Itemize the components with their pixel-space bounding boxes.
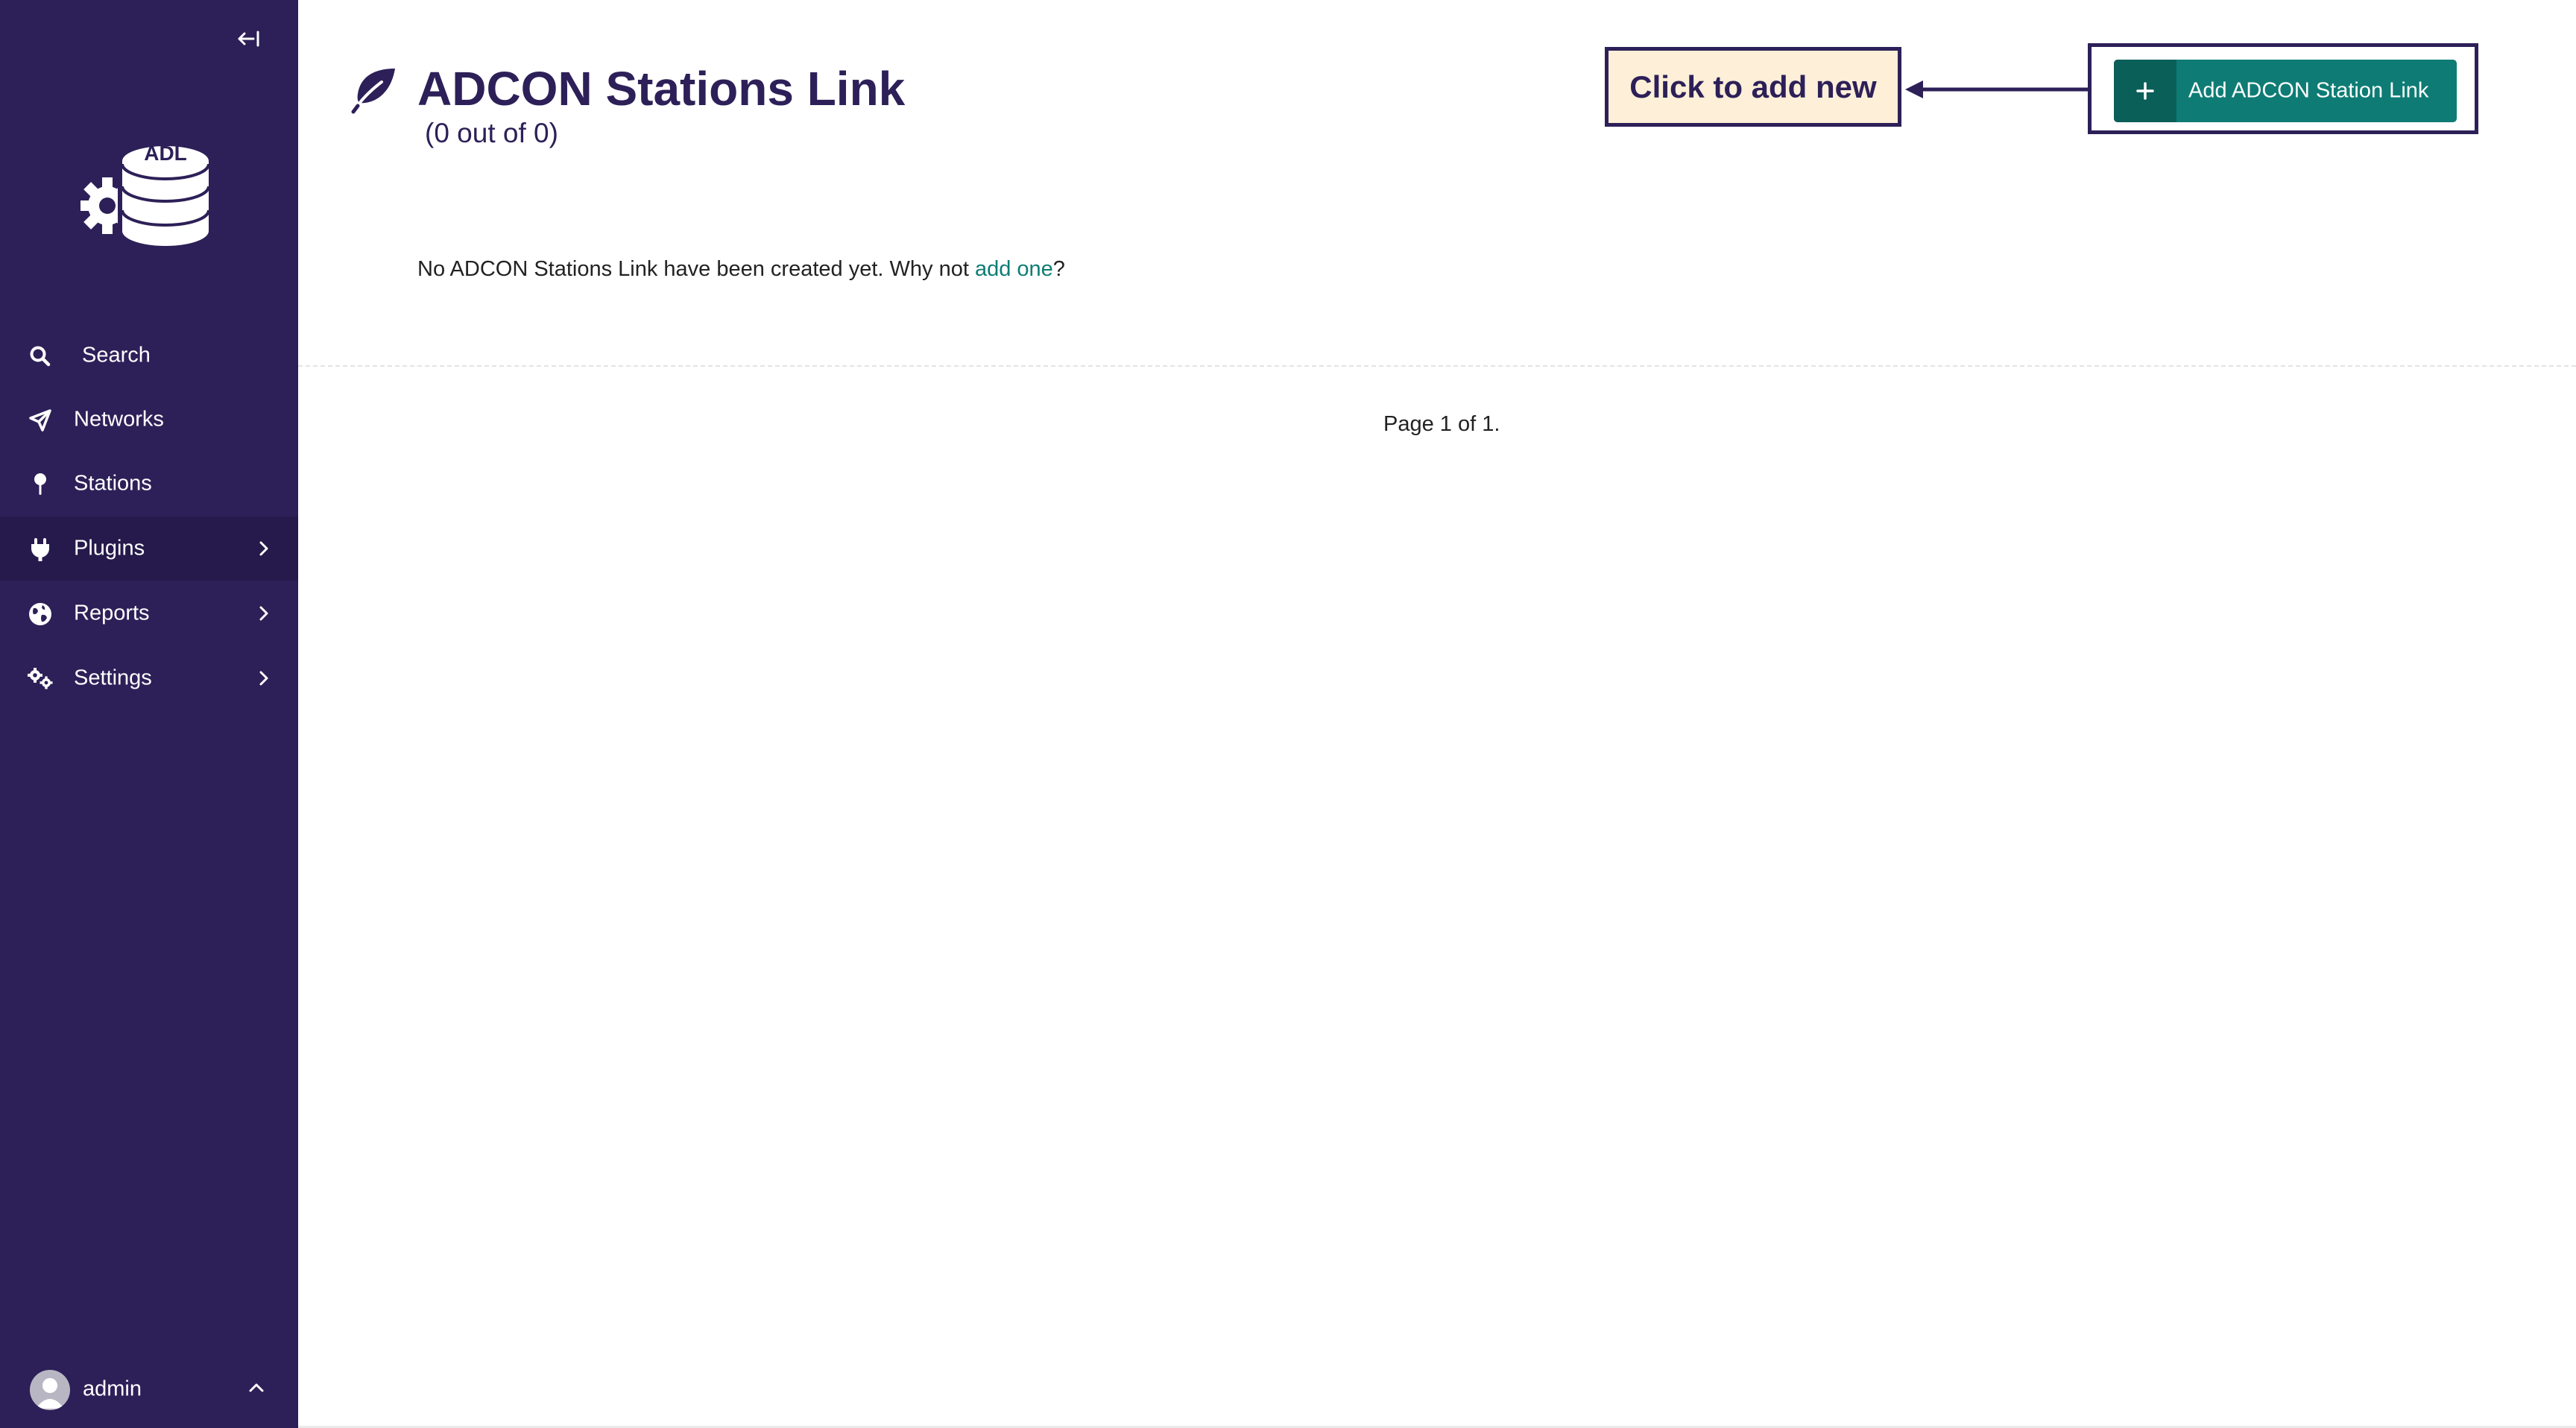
search-icon (27, 343, 54, 370)
sidebar-item-plugins[interactable]: Plugins (0, 516, 298, 581)
add-button-label: Add ADCON Station Link (2188, 78, 2429, 103)
empty-state-text: No ADCON Stations Link have been created… (417, 257, 975, 281)
map-pin-icon (27, 471, 54, 498)
chevron-right-icon (253, 603, 274, 624)
add-adcon-station-link-button[interactable]: Add ADCON Station Link (2114, 60, 2457, 122)
callout-text: Click to add new (1629, 69, 1877, 104)
empty-state-message: No ADCON Stations Link have been created… (417, 257, 1065, 282)
pagination-info: Page 1 of 1. (1383, 412, 1500, 436)
callout-label: Click to add new (1605, 47, 1901, 127)
chevron-right-icon (253, 538, 274, 559)
avatar (30, 1370, 70, 1410)
add-one-link[interactable]: add one (975, 257, 1053, 281)
sidebar-item-label: Search (82, 343, 151, 367)
app-logo: ADL (79, 125, 219, 264)
sidebar-item-label: Reports (74, 601, 150, 625)
sidebar-item-label: Plugins (74, 536, 145, 560)
record-count: (0 out of 0) (425, 118, 558, 148)
gears-icon (27, 666, 54, 692)
sidebar-item-settings[interactable]: Settings (0, 646, 298, 710)
leaf-icon (350, 66, 400, 115)
callout-arrow-icon (1905, 80, 2089, 98)
sidebar: ADL Search Networks Stations Plugins Rep… (0, 0, 298, 1428)
plus-icon (2114, 60, 2176, 122)
sidebar-item-label: Stations (74, 471, 152, 496)
page-title: ADCON Stations Link (417, 62, 906, 116)
sidebar-item-reports[interactable]: Reports (0, 581, 298, 645)
plug-icon (27, 536, 54, 563)
sidebar-item-label: Settings (74, 666, 152, 690)
collapse-sidebar-button[interactable] (233, 22, 265, 55)
globe-icon (27, 601, 54, 628)
sidebar-item-search[interactable]: Search (0, 323, 298, 388)
collapse-left-icon (238, 31, 259, 47)
user-name: admin (83, 1377, 142, 1401)
empty-state-suffix: ? (1052, 257, 1065, 281)
logo-text: ADL (144, 142, 187, 165)
chevron-up-icon (246, 1377, 267, 1398)
user-menu[interactable]: admin (0, 1358, 298, 1421)
sidebar-item-label: Networks (74, 407, 164, 432)
chevron-right-icon (253, 668, 274, 689)
sidebar-item-networks[interactable]: Networks (0, 388, 298, 452)
send-icon (27, 407, 54, 434)
sidebar-item-stations[interactable]: Stations (0, 452, 298, 516)
divider (298, 365, 2576, 367)
